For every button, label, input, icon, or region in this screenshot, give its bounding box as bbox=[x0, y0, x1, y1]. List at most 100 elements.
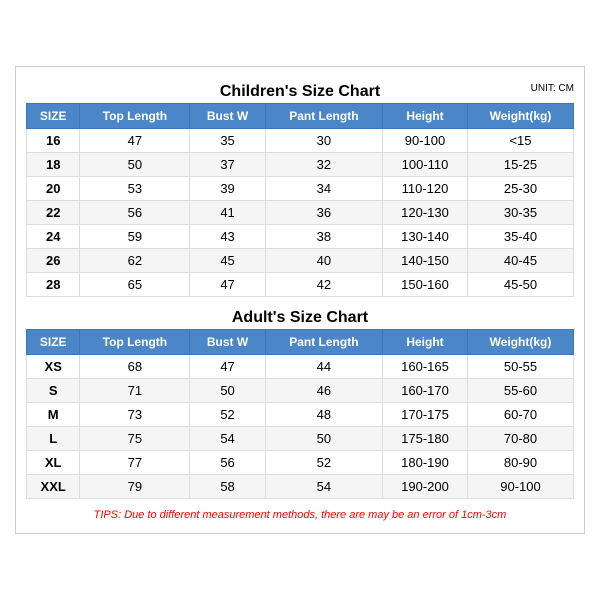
table-row: 22564136120-13030-35 bbox=[27, 201, 574, 225]
table-cell: 55-60 bbox=[467, 379, 573, 403]
table-cell: XXL bbox=[27, 475, 80, 499]
table-row: M735248170-17560-70 bbox=[27, 403, 574, 427]
table-cell: 38 bbox=[265, 225, 382, 249]
table-cell: 26 bbox=[27, 249, 80, 273]
table-cell: 60-70 bbox=[467, 403, 573, 427]
children-col-bust-w: Bust W bbox=[190, 104, 265, 129]
table-cell: 47 bbox=[190, 273, 265, 297]
table-cell: 45 bbox=[190, 249, 265, 273]
table-cell: 46 bbox=[265, 379, 382, 403]
table-cell: 47 bbox=[80, 129, 190, 153]
table-row: L755450175-18070-80 bbox=[27, 427, 574, 451]
table-row: 28654742150-16045-50 bbox=[27, 273, 574, 297]
table-cell: 32 bbox=[265, 153, 382, 177]
table-cell: 48 bbox=[265, 403, 382, 427]
table-cell: 36 bbox=[265, 201, 382, 225]
table-cell: 50 bbox=[190, 379, 265, 403]
table-cell: 65 bbox=[80, 273, 190, 297]
table-cell: 20 bbox=[27, 177, 80, 201]
table-row: 26624540140-15040-45 bbox=[27, 249, 574, 273]
table-cell: 50-55 bbox=[467, 355, 573, 379]
adult-col-weight: Weight(kg) bbox=[467, 330, 573, 355]
table-cell: 73 bbox=[80, 403, 190, 427]
children-table-body: 1647353090-100<1518503732100-11015-25205… bbox=[27, 129, 574, 297]
table-cell: 35 bbox=[190, 129, 265, 153]
table-cell: 54 bbox=[190, 427, 265, 451]
adult-col-top-length: Top Length bbox=[80, 330, 190, 355]
table-cell: 175-180 bbox=[383, 427, 468, 451]
table-cell: 16 bbox=[27, 129, 80, 153]
table-cell: 25-30 bbox=[467, 177, 573, 201]
table-cell: 110-120 bbox=[383, 177, 468, 201]
table-cell: 54 bbox=[265, 475, 382, 499]
table-cell: 170-175 bbox=[383, 403, 468, 427]
children-col-top-length: Top Length bbox=[80, 104, 190, 129]
table-cell: 28 bbox=[27, 273, 80, 297]
adult-size-table: SIZE Top Length Bust W Pant Length Heigh… bbox=[26, 329, 574, 499]
tips-text: TIPS: Due to different measurement metho… bbox=[26, 503, 574, 523]
table-cell: 59 bbox=[80, 225, 190, 249]
table-row: 1647353090-100<15 bbox=[27, 129, 574, 153]
table-cell: L bbox=[27, 427, 80, 451]
table-cell: 45-50 bbox=[467, 273, 573, 297]
table-cell: 150-160 bbox=[383, 273, 468, 297]
table-cell: 100-110 bbox=[383, 153, 468, 177]
table-cell: 41 bbox=[190, 201, 265, 225]
children-col-size: SIZE bbox=[27, 104, 80, 129]
table-row: XL775652180-19080-90 bbox=[27, 451, 574, 475]
table-cell: 160-165 bbox=[383, 355, 468, 379]
table-cell: 70-80 bbox=[467, 427, 573, 451]
table-cell: <15 bbox=[467, 129, 573, 153]
table-cell: 56 bbox=[190, 451, 265, 475]
table-cell: 40-45 bbox=[467, 249, 573, 273]
table-cell: 40 bbox=[265, 249, 382, 273]
table-cell: 44 bbox=[265, 355, 382, 379]
table-cell: 68 bbox=[80, 355, 190, 379]
table-cell: 75 bbox=[80, 427, 190, 451]
children-col-pant-length: Pant Length bbox=[265, 104, 382, 129]
unit-label: UNIT: CM bbox=[531, 83, 574, 94]
children-col-height: Height bbox=[383, 104, 468, 129]
children-header-row: SIZE Top Length Bust W Pant Length Heigh… bbox=[27, 104, 574, 129]
table-cell: 18 bbox=[27, 153, 80, 177]
children-col-weight: Weight(kg) bbox=[467, 104, 573, 129]
adult-section-title: Adult's Size Chart bbox=[26, 303, 574, 329]
table-cell: 42 bbox=[265, 273, 382, 297]
table-cell: 140-150 bbox=[383, 249, 468, 273]
children-title-text: Children's Size Chart bbox=[220, 83, 380, 100]
table-cell: 58 bbox=[190, 475, 265, 499]
table-cell: XS bbox=[27, 355, 80, 379]
table-cell: 130-140 bbox=[383, 225, 468, 249]
table-cell: 90-100 bbox=[383, 129, 468, 153]
table-cell: 52 bbox=[190, 403, 265, 427]
table-cell: 15-25 bbox=[467, 153, 573, 177]
table-cell: 22 bbox=[27, 201, 80, 225]
table-cell: 120-130 bbox=[383, 201, 468, 225]
table-cell: 52 bbox=[265, 451, 382, 475]
table-cell: 50 bbox=[265, 427, 382, 451]
table-cell: S bbox=[27, 379, 80, 403]
table-cell: 53 bbox=[80, 177, 190, 201]
adult-col-height: Height bbox=[383, 330, 468, 355]
table-row: S715046160-17055-60 bbox=[27, 379, 574, 403]
adult-header-row: SIZE Top Length Bust W Pant Length Heigh… bbox=[27, 330, 574, 355]
table-cell: 62 bbox=[80, 249, 190, 273]
table-row: 24594338130-14035-40 bbox=[27, 225, 574, 249]
table-cell: XL bbox=[27, 451, 80, 475]
table-cell: 56 bbox=[80, 201, 190, 225]
table-cell: 24 bbox=[27, 225, 80, 249]
table-row: 20533934110-12025-30 bbox=[27, 177, 574, 201]
adult-col-size: SIZE bbox=[27, 330, 80, 355]
table-cell: 180-190 bbox=[383, 451, 468, 475]
table-row: XXL795854190-20090-100 bbox=[27, 475, 574, 499]
table-cell: 43 bbox=[190, 225, 265, 249]
table-cell: 71 bbox=[80, 379, 190, 403]
adult-col-bust-w: Bust W bbox=[190, 330, 265, 355]
adult-title-text: Adult's Size Chart bbox=[232, 309, 368, 326]
table-cell: 39 bbox=[190, 177, 265, 201]
table-cell: 30-35 bbox=[467, 201, 573, 225]
table-cell: 160-170 bbox=[383, 379, 468, 403]
table-cell: 35-40 bbox=[467, 225, 573, 249]
children-section-title: Children's Size Chart UNIT: CM bbox=[26, 77, 574, 103]
table-cell: 34 bbox=[265, 177, 382, 201]
